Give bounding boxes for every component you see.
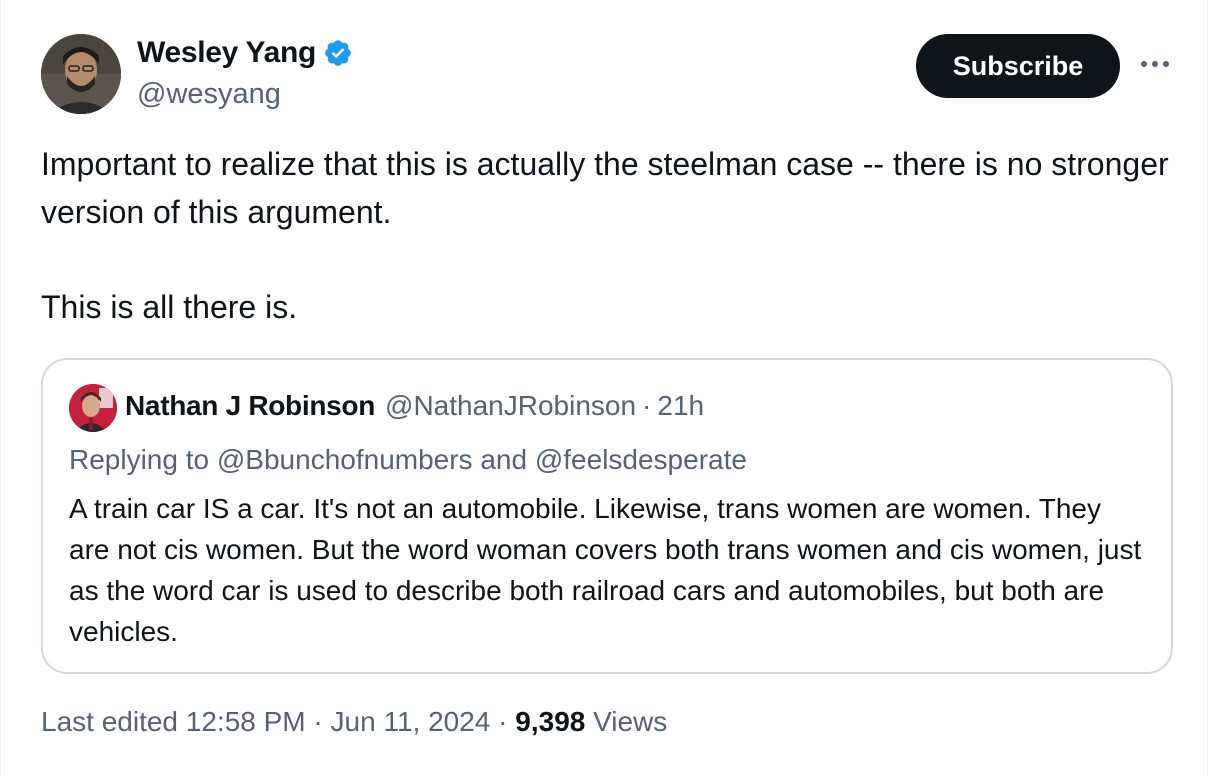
- replying-to-line: Replying to @Bbunchofnumbers and @feelsd…: [69, 444, 747, 476]
- quoted-display-name[interactable]: Nathan J Robinson: [125, 390, 375, 422]
- author-handle[interactable]: @wesyang: [137, 78, 281, 111]
- mention-link[interactable]: @feelsdesperate: [535, 444, 747, 475]
- author-name-row: Wesley Yang: [137, 36, 353, 70]
- views-label: Views: [593, 706, 668, 737]
- post-date[interactable]: Jun 11, 2024: [331, 706, 491, 737]
- replying-prefix: Replying to: [69, 444, 210, 475]
- views-count[interactable]: 9,398: [515, 706, 585, 737]
- tweet-paragraph: Important to realize that this is actual…: [41, 146, 1169, 230]
- quoted-timestamp[interactable]: 21h: [657, 390, 704, 422]
- separator-dot: ·: [642, 390, 652, 421]
- replying-and: and: [480, 444, 528, 475]
- tweet-card: Wesley Yang @wesyang Subscribe Important…: [0, 0, 1208, 776]
- more-horizontal-icon[interactable]: [1139, 54, 1171, 74]
- mention-link[interactable]: @Bbunchofnumbers: [217, 444, 473, 475]
- author-display-name[interactable]: Wesley Yang: [137, 36, 316, 70]
- verified-badge-icon: [325, 40, 351, 66]
- quoted-tweet-text: A train car IS a car. It's not an automo…: [69, 493, 1142, 647]
- quoted-author-avatar[interactable]: [69, 384, 117, 432]
- tweet-paragraph: This is all there is.: [41, 289, 298, 325]
- quoted-avatar-photo: [69, 384, 117, 432]
- quoted-header: Nathan J Robinson @NathanJRobinson · 21h: [125, 390, 704, 422]
- avatar-photo: [41, 34, 121, 114]
- post-time[interactable]: 12:58 PM: [186, 706, 306, 737]
- author-avatar[interactable]: [41, 34, 121, 114]
- separator-dot: ·: [313, 706, 323, 737]
- separator-dot: ·: [498, 706, 508, 737]
- quoted-tweet[interactable]: Nathan J Robinson @NathanJRobinson · 21h…: [41, 358, 1173, 674]
- tweet-text: Important to realize that this is actual…: [41, 140, 1181, 331]
- edited-label[interactable]: Last edited: [41, 706, 178, 737]
- subscribe-button[interactable]: Subscribe: [916, 34, 1120, 98]
- tweet-meta: Last edited 12:58 PM · Jun 11, 2024 · 9,…: [41, 706, 667, 738]
- quoted-handle[interactable]: @NathanJRobinson: [385, 390, 636, 422]
